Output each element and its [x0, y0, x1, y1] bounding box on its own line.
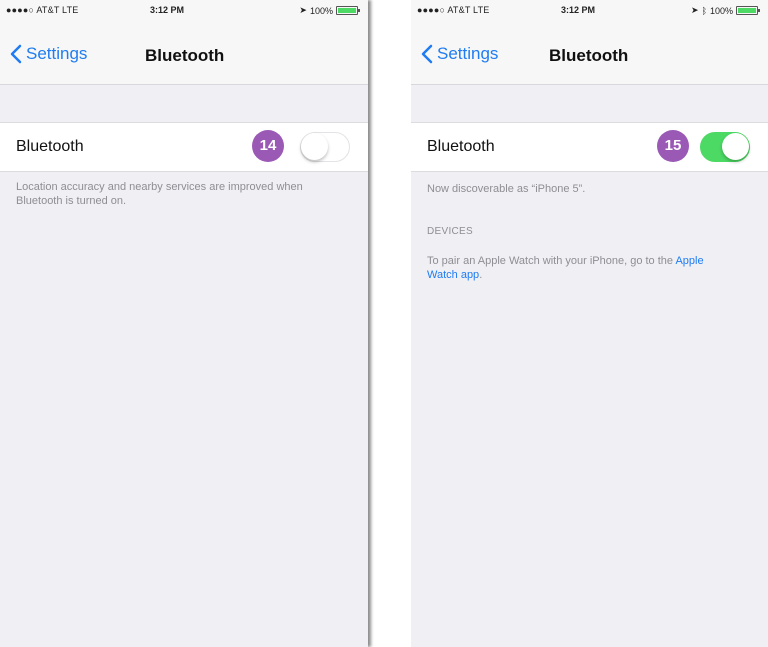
status-bar: ●●●●○ AT&T LTE 3:12 PM ➤ 100%: [0, 0, 368, 20]
step-badge: 15: [657, 130, 689, 162]
carrier-label: ●●●●○ AT&T LTE: [6, 5, 79, 15]
battery-icon: [736, 6, 760, 15]
navigation-bar: Settings Bluetooth: [0, 20, 368, 85]
chevron-left-icon: [10, 44, 22, 64]
bluetooth-cell: Bluetooth: [0, 122, 368, 172]
back-button[interactable]: Settings: [421, 44, 498, 64]
pair-watch-end: .: [479, 269, 483, 281]
toggle-knob: [722, 133, 749, 160]
bluetooth-cell: Bluetooth: [411, 122, 768, 172]
status-right: ➤ 100%: [299, 5, 360, 16]
bluetooth-label: Bluetooth: [16, 138, 84, 155]
back-button[interactable]: Settings: [10, 44, 87, 64]
bluetooth-label: Bluetooth: [427, 138, 495, 155]
pair-watch-label: To pair an Apple Watch with your iPhone,…: [427, 255, 676, 267]
navigation-bar: Settings Bluetooth: [411, 20, 768, 85]
discoverable-text: Now discoverable as “iPhone 5”.: [427, 183, 586, 195]
status-right: ➤ ᛒ 100%: [691, 5, 760, 16]
battery-percent: 100%: [709, 5, 733, 16]
page-title: Bluetooth: [549, 46, 629, 65]
bluetooth-footer-text: Location accuracy and nearby services ar…: [16, 181, 303, 207]
devices-section-header: DEVICES: [427, 226, 474, 237]
bluetooth-toggle[interactable]: [300, 132, 350, 162]
back-label: Settings: [26, 44, 88, 63]
back-label: Settings: [437, 44, 499, 63]
location-icon: ➤: [299, 5, 307, 15]
step-badge: 14: [252, 130, 284, 162]
status-bar: ●●●●○ AT&T LTE 3:12 PM ➤ ᛒ 100%: [411, 0, 768, 20]
bluetooth-toggle[interactable]: [700, 132, 750, 162]
carrier-label: ●●●●○ AT&T LTE: [417, 5, 490, 15]
chevron-left-icon: [421, 44, 433, 64]
status-time: 3:12 PM: [150, 5, 185, 15]
bluetooth-status-icon: ᛒ: [701, 5, 707, 16]
toggle-knob: [301, 133, 328, 160]
battery-percent: 100%: [309, 5, 333, 16]
pair-watch-text: To pair an Apple Watch with your iPhone,…: [427, 254, 728, 282]
phone-screen-bluetooth-on: ●●●●○ AT&T LTE 3:12 PM ➤ ᛒ 100% Settings…: [411, 0, 768, 647]
battery-icon: [336, 6, 360, 15]
phone-screen-bluetooth-off: ●●●●○ AT&T LTE 3:12 PM ➤ 100% Settings B…: [0, 0, 368, 647]
status-time: 3:12 PM: [561, 5, 596, 15]
page-title: Bluetooth: [145, 46, 225, 65]
location-icon: ➤: [691, 5, 699, 15]
